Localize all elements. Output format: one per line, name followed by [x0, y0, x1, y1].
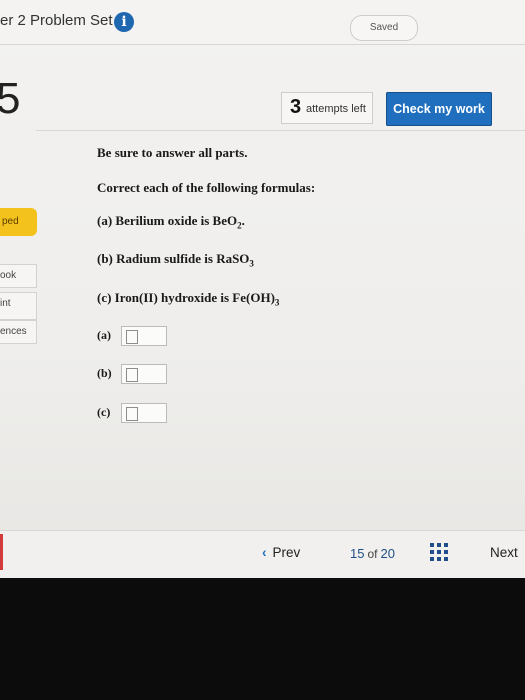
page-current: 15 — [350, 546, 365, 561]
answer-input-b[interactable] — [121, 364, 167, 384]
page-total: 20 — [380, 546, 395, 561]
prev-button[interactable]: ‹ Prev — [262, 545, 300, 560]
sidebar-item-print[interactable]: int — [0, 292, 37, 320]
prompt-text: Correct each of the following formulas: — [97, 180, 316, 195]
part-c-text: (c) Iron(II) hydroxide is Fe(OH)3 — [97, 290, 279, 308]
part-a-suffix: . — [241, 213, 245, 228]
side-accent — [0, 534, 3, 570]
answer-input-a[interactable] — [121, 326, 167, 346]
sidebar-item-label: ences — [0, 326, 27, 337]
answer-input-c[interactable] — [121, 403, 167, 423]
input-box-icon — [126, 330, 138, 344]
part-a-text: (a) Berilium oxide is BeO2. — [97, 213, 245, 231]
top-bar: er 2 Problem Set i Saved — [0, 0, 525, 45]
sidebar-item-skipped[interactable]: ped — [0, 208, 37, 236]
page-of: of — [367, 547, 378, 561]
sidebar-item-label: ook — [0, 270, 17, 281]
next-button[interactable]: Next — [490, 545, 518, 560]
saved-status: Saved — [350, 15, 418, 41]
part-a-prefix: (a) Berilium oxide is BeO — [97, 213, 238, 228]
input-box-icon — [126, 407, 138, 421]
input-box-icon — [126, 368, 138, 382]
screen: er 2 Problem Set i Saved 5 3 attempts le… — [0, 0, 525, 578]
attempts-badge: 3 attempts left — [281, 92, 373, 124]
part-c-subscript: 3 — [274, 297, 280, 308]
attempts-label: attempts left — [306, 103, 366, 115]
check-my-work-button[interactable]: Check my work — [386, 92, 492, 126]
assignment-title: er 2 Problem Set — [0, 12, 113, 29]
sidebar-item-ebook[interactable]: ook — [0, 264, 37, 288]
answer-label-a: (a) — [97, 328, 111, 342]
part-b-subscript: 3 — [249, 258, 254, 269]
divider — [36, 130, 525, 131]
question-grid-icon[interactable] — [430, 543, 448, 561]
answer-label-b: (b) — [97, 366, 112, 380]
page-indicator[interactable]: 15 of 20 — [350, 546, 395, 561]
part-b-prefix: (b) Radium sulfide is RaSO — [97, 251, 250, 266]
prev-label: Prev — [272, 545, 301, 560]
chevron-left-icon: ‹ — [262, 545, 267, 560]
question-number: 5 — [0, 74, 21, 123]
sidebar-item-label: int — [0, 298, 11, 309]
sidebar-item-label: ped — [2, 216, 19, 227]
sidebar-item-references[interactable]: ences — [0, 320, 37, 344]
attempts-count: 3 — [290, 96, 302, 118]
part-c-prefix: (c) Iron(II) hydroxide is Fe(OH) — [97, 290, 275, 305]
info-icon[interactable]: i — [114, 12, 134, 32]
instruction-text: Be sure to answer all parts. — [97, 145, 248, 160]
part-b-text: (b) Radium sulfide is RaSO3 — [97, 251, 254, 269]
answer-label-c: (c) — [97, 405, 111, 419]
